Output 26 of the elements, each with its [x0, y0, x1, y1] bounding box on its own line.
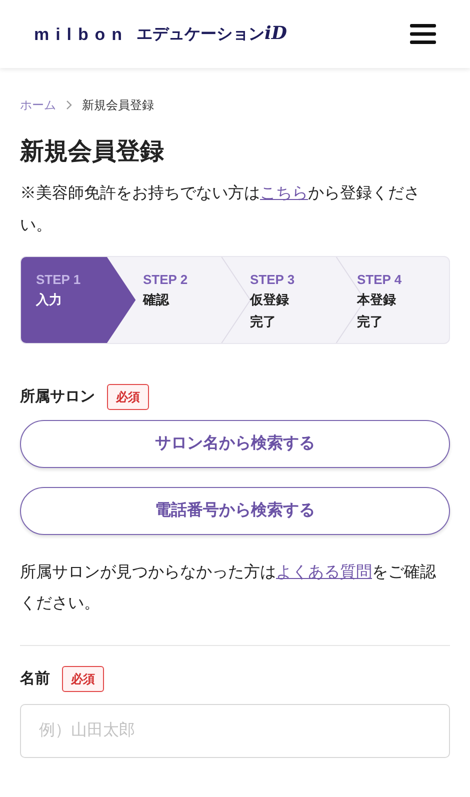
step-name: 入力 [36, 291, 63, 309]
breadcrumb-link[interactable]: ホーム [20, 96, 56, 114]
text-link[interactable]: こちら [260, 185, 308, 202]
search-button[interactable]: 電話番号から検索する [20, 487, 450, 535]
step-name: 本登録完了 [357, 291, 397, 331]
chevron-icon [66, 100, 72, 110]
search-button[interactable]: サロン名から検索する [20, 420, 450, 468]
note-text: ※美容師免許をお持ちでない方はこちらから登録ください。 [20, 184, 421, 236]
menu-icon[interactable] [410, 23, 436, 45]
step-number: STEP 2 [143, 271, 189, 289]
step-number: STEP 4 [357, 271, 403, 289]
step-name: 仮登録完了 [250, 291, 290, 331]
page-title: 新規会員登録 [20, 137, 165, 167]
step-number: STEP 1 [36, 271, 82, 289]
text-link[interactable]: よくある質問 [276, 564, 372, 581]
help-text: 所属サロンが見つからなかった方はよくある質問をご確認ください。 [20, 562, 437, 614]
logo-subtitle: エデュケーションiD [136, 25, 287, 43]
name-input-field[interactable]: 例）山田太郎 [20, 704, 450, 758]
step-number: STEP 3 [250, 271, 296, 289]
breadcrumb-current: 新規会員登録 [82, 97, 154, 114]
field-label: 所属サロン [20, 386, 95, 407]
logo-wordmark[interactable]: milbon [34, 26, 128, 43]
field-label: 名前 [20, 668, 50, 689]
step-name: 確認 [143, 291, 170, 309]
required-badge: 必須 [62, 666, 104, 692]
required-badge: 必須 [107, 384, 149, 410]
